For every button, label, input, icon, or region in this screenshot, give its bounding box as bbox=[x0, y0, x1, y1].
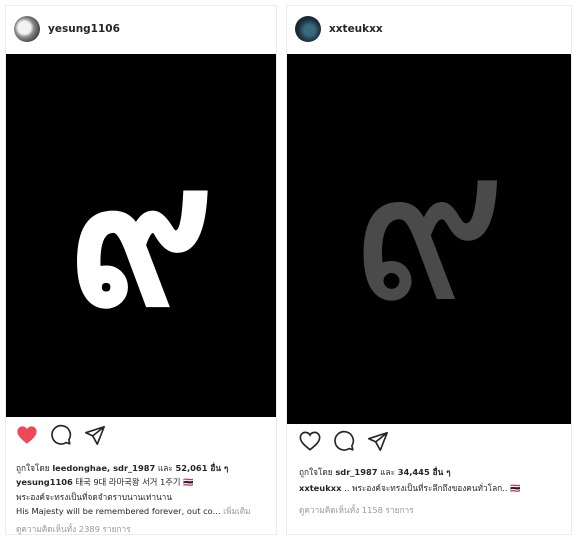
caption-text: .. พระองค์จะทรงเป็นที่ระลึกถึงของคนทั่วโ… bbox=[341, 483, 521, 493]
likes-and: และ bbox=[155, 463, 176, 473]
more-link[interactable]: เพิ่มเติม bbox=[221, 506, 250, 516]
likes-users[interactable]: sdr_1987 bbox=[335, 467, 377, 477]
username[interactable]: xxteukxx bbox=[329, 23, 383, 35]
heart-icon[interactable] bbox=[299, 430, 321, 452]
thai-nine-numeral: ๙ bbox=[350, 99, 507, 350]
username[interactable]: yesung1106 bbox=[48, 23, 120, 35]
caption-text: His Majesty will be remembered forever, … bbox=[16, 506, 221, 516]
post-card-xxteukxx: xxteukxx ๙ ถูกใจโดย sdr_1987 และ 34,445 … bbox=[287, 6, 571, 534]
view-comments-link[interactable]: ดูความคิดเห็นทั้ง 2389 รายการ bbox=[16, 522, 131, 536]
caption-text: 태국 9대 라마국왕 서거 1주기 🇹🇭 bbox=[72, 477, 194, 487]
caption-line: yesung1106 태국 9대 라마국왕 서거 1주기 🇹🇭 bbox=[16, 476, 194, 488]
post-photo[interactable]: ๙ bbox=[287, 54, 571, 424]
likes-count[interactable]: 52,061 bbox=[175, 463, 207, 473]
caption-username[interactable]: yesung1106 bbox=[16, 477, 73, 487]
caption-line: พระองค์จะทรงเป็นที่จดจำตราบนานเท่านาน bbox=[16, 492, 173, 502]
caption-username[interactable]: xxteukxx bbox=[299, 483, 341, 493]
photo-canvas: ๙ bbox=[350, 99, 507, 350]
avatar[interactable] bbox=[295, 16, 321, 42]
comment-icon[interactable] bbox=[50, 424, 72, 446]
post-card-yesung: yesung1106 ๙ ถูกใจโดย leedonghae, sdr_19… bbox=[6, 6, 276, 534]
avatar[interactable] bbox=[14, 16, 40, 42]
likes-line: ถูกใจโดย sdr_1987 และ 34,445 อื่น ๆ bbox=[299, 465, 451, 479]
likes-and: และ bbox=[377, 467, 398, 477]
post-photo[interactable]: ๙ bbox=[6, 54, 276, 417]
action-bar bbox=[299, 430, 401, 452]
likes-prefix: ถูกใจโดย bbox=[16, 463, 53, 473]
likes-suffix: อื่น ๆ bbox=[207, 463, 229, 473]
likes-prefix: ถูกใจโดย bbox=[299, 467, 336, 477]
likes-line: ถูกใจโดย leedonghae, sdr_1987 และ 52,061… bbox=[16, 461, 228, 475]
likes-suffix: อื่น ๆ bbox=[429, 467, 451, 477]
view-comments-link[interactable]: ดูความคิดเห็นทั้ง 1158 รายการ bbox=[299, 503, 414, 517]
share-icon[interactable] bbox=[367, 430, 389, 452]
likes-users[interactable]: leedonghae, sdr_1987 bbox=[52, 463, 155, 473]
thai-nine-numeral: ๙ bbox=[68, 119, 214, 352]
heart-icon[interactable] bbox=[16, 424, 38, 446]
post-header: xxteukxx bbox=[287, 6, 571, 52]
action-bar bbox=[16, 424, 118, 446]
share-icon[interactable] bbox=[84, 424, 106, 446]
caption-line: xxteukxx .. พระองค์จะทรงเป็นที่ระลึกถึงข… bbox=[299, 481, 520, 495]
caption-line: His Majesty will be remembered forever, … bbox=[16, 504, 251, 518]
photo-canvas: ๙ bbox=[68, 119, 214, 352]
comment-icon[interactable] bbox=[333, 430, 355, 452]
post-header: yesung1106 bbox=[6, 6, 276, 52]
likes-count[interactable]: 34,445 bbox=[398, 467, 430, 477]
